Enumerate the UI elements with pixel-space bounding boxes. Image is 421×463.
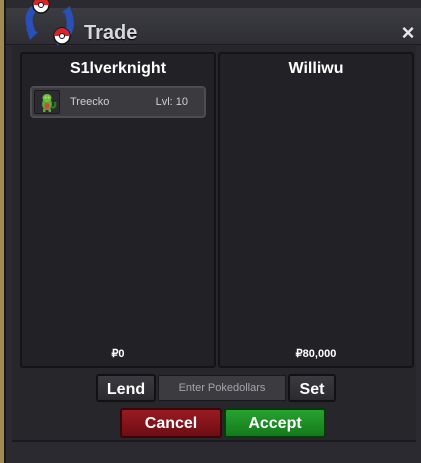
partner-offer-panel: Williwu ₽80,000 xyxy=(218,52,414,368)
trade-content: S1lverknight Treecko Lvl: 10 ₽0 Williwu … xyxy=(12,46,416,440)
pokedollars-input[interactable] xyxy=(158,375,286,401)
accept-button[interactable]: Accept xyxy=(224,408,326,438)
trade-window: Trade × S1lverknight Treecko Lvl: 10 ₽0 … xyxy=(4,0,421,463)
partner-money: ₽80,000 xyxy=(295,348,337,360)
item-level: Lvl: 10 xyxy=(155,96,188,108)
item-name: Treecko xyxy=(70,96,110,108)
partner-player-name: Williwu xyxy=(288,60,344,77)
set-button[interactable]: Set xyxy=(288,374,336,402)
cancel-button[interactable]: Cancel xyxy=(120,408,222,438)
treecko-sprite-icon xyxy=(34,90,60,114)
window-title: Trade xyxy=(84,22,138,44)
lend-button[interactable]: Lend xyxy=(96,374,156,402)
my-offer-panel: S1lverknight Treecko Lvl: 10 ₽0 xyxy=(20,52,216,368)
offer-item-slot[interactable]: Treecko Lvl: 10 xyxy=(30,86,206,118)
trade-logo-icon xyxy=(25,0,74,46)
my-money: ₽0 xyxy=(111,348,125,360)
close-icon[interactable]: × xyxy=(399,22,417,44)
window-bottom-divider xyxy=(12,440,416,442)
my-player-name: S1lverknight xyxy=(69,60,167,77)
